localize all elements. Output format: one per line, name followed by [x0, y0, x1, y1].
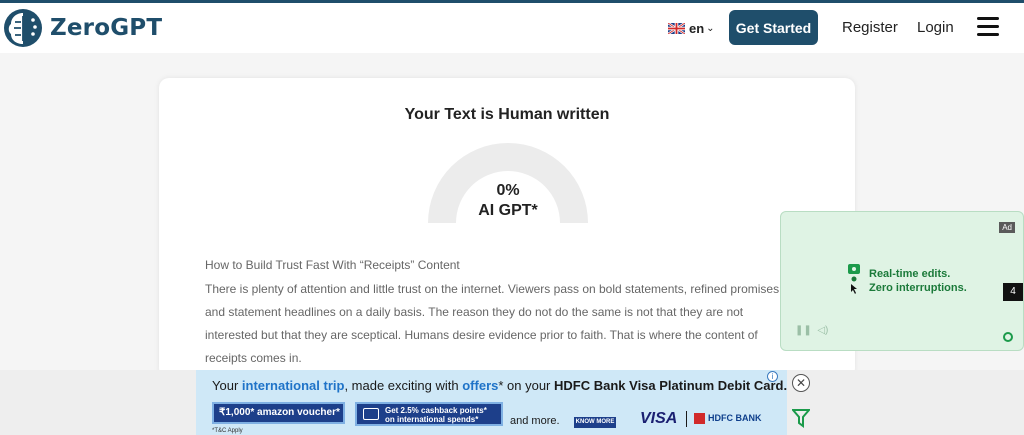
- ai-label: AI GPT*: [478, 202, 538, 219]
- logo-divider: [686, 411, 687, 427]
- card-icon: [363, 408, 379, 420]
- banner-headline: Your international trip, made exciting w…: [212, 378, 787, 393]
- side-ad-line1: Real-time edits.: [869, 268, 951, 280]
- login-link[interactable]: Login: [917, 19, 954, 36]
- ai-percentage: 0%: [496, 182, 520, 199]
- result-title: Your Text is Human written: [404, 106, 610, 123]
- media-controls[interactable]: ❚❚ ◁): [795, 325, 828, 336]
- hdfc-logo: HDFC BANK: [694, 411, 762, 425]
- chevron-down-icon: ⌄: [706, 23, 715, 34]
- and-more-text: and more.: [510, 415, 560, 427]
- banner-ad[interactable]: Your international trip, made exciting w…: [196, 370, 787, 435]
- site-header: ZeroGPT en ⌄ Get Started Register Login: [0, 3, 1024, 53]
- edit-lock-icon: [848, 264, 860, 294]
- side-ad-line2: Zero interruptions.: [869, 282, 967, 294]
- amazon-voucher-badge: ₹1,000* amazon voucher*: [212, 402, 345, 424]
- ad-badge: Ad: [999, 222, 1015, 233]
- ad-brand-icon: [1003, 332, 1013, 342]
- hamburger-menu-icon[interactable]: [977, 17, 999, 37]
- adchoices-icon[interactable]: [792, 408, 810, 428]
- ad-counter: 4: [1003, 283, 1023, 301]
- visa-logo: VISA: [640, 410, 678, 427]
- uk-flag-icon: [668, 23, 685, 34]
- brain-logo-icon: [4, 9, 42, 47]
- info-icon[interactable]: i: [767, 371, 778, 382]
- brand-logo[interactable]: ZeroGPT: [2, 7, 162, 49]
- analyzed-text-body: There is plenty of attention and little …: [205, 282, 783, 365]
- pause-icon[interactable]: ❚❚: [795, 325, 812, 336]
- tnc-text: *T&C Apply: [212, 428, 243, 434]
- know-more-button[interactable]: KNOW MORE: [574, 417, 616, 428]
- register-link[interactable]: Register: [842, 19, 898, 36]
- brand-name: ZeroGPT: [50, 15, 163, 41]
- hdfc-mark-icon: [694, 412, 705, 424]
- close-icon[interactable]: ✕: [792, 374, 810, 392]
- get-started-button[interactable]: Get Started: [729, 10, 818, 45]
- mute-icon[interactable]: ◁): [817, 325, 828, 336]
- side-ad[interactable]: Ad Real-time edits. Zero interruptions. …: [780, 211, 1024, 351]
- language-label: en: [689, 21, 705, 36]
- side-ad-text: Real-time edits. Zero interruptions.: [869, 267, 967, 295]
- analyzed-text-heading: How to Build Trust Fast With “Receipts” …: [205, 258, 460, 272]
- language-selector[interactable]: en ⌄: [668, 21, 715, 36]
- cashback-badge: Get 2.5% cashback points* on internation…: [355, 402, 503, 426]
- result-card: Your Text is Human written 0% AI GPT* Ho…: [159, 78, 855, 378]
